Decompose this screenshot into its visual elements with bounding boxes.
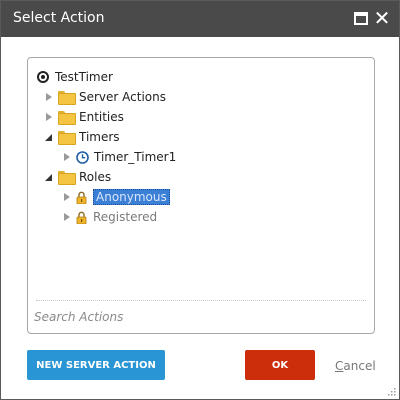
- maximize-icon[interactable]: [354, 12, 368, 25]
- tree-root[interactable]: TestTimer: [37, 68, 113, 86]
- folder-icon: [58, 171, 76, 185]
- collapse-arrow-icon[interactable]: [44, 132, 54, 142]
- clock-icon: [76, 150, 89, 164]
- folder-icon: [58, 131, 76, 145]
- lock-icon: [76, 211, 87, 224]
- cancel-link[interactable]: Cancel: [335, 359, 376, 373]
- tree-item-label-selected: Anonymous: [93, 189, 170, 205]
- title-bar: Select Action ✕: [1, 1, 399, 37]
- tree-item-anonymous[interactable]: Anonymous: [62, 188, 170, 206]
- expand-arrow-icon[interactable]: [44, 112, 54, 122]
- resize-grip-icon[interactable]: [386, 386, 396, 396]
- close-icon[interactable]: ✕: [373, 7, 391, 29]
- action-tree: TestTimer Server Actions Entities Timers: [27, 57, 375, 334]
- tree-item-timer-timer1[interactable]: Timer_Timer1: [62, 148, 176, 166]
- ok-button[interactable]: OK: [245, 350, 315, 380]
- tree-item-label: Roles: [79, 170, 112, 184]
- collapse-arrow-icon[interactable]: [44, 172, 54, 182]
- tree-item-entities[interactable]: Entities: [44, 108, 124, 126]
- select-action-dialog: Select Action ✕ TestTimer Server Actions…: [0, 0, 400, 400]
- dialog-title: Select Action: [13, 10, 105, 26]
- expand-arrow-icon[interactable]: [62, 192, 72, 202]
- tree-item-timers[interactable]: Timers: [44, 128, 120, 146]
- new-server-action-button[interactable]: NEW SERVER ACTION: [27, 350, 165, 380]
- expand-arrow-icon[interactable]: [62, 152, 72, 162]
- tree-item-label: Timer_Timer1: [94, 150, 177, 164]
- tree-item-label: Registered: [93, 210, 158, 224]
- expand-arrow-icon[interactable]: [62, 212, 72, 222]
- expand-arrow-icon[interactable]: [44, 92, 54, 102]
- lock-icon: [76, 191, 87, 204]
- folder-icon: [58, 91, 76, 105]
- cancel-label-rest: ancel: [343, 359, 376, 373]
- tree-item-registered[interactable]: Registered: [62, 208, 157, 226]
- tree-item-label: Timers: [79, 130, 120, 144]
- folder-icon: [58, 111, 76, 125]
- search-input[interactable]: [34, 307, 364, 327]
- tree-item-roles[interactable]: Roles: [44, 168, 111, 186]
- search-divider: [36, 300, 366, 301]
- tree-item-label: Entities: [79, 110, 124, 124]
- tree-root-label: TestTimer: [55, 70, 113, 84]
- radio-icon: [37, 71, 49, 83]
- tree-item-server-actions[interactable]: Server Actions: [44, 88, 166, 106]
- tree-item-label: Server Actions: [79, 90, 166, 104]
